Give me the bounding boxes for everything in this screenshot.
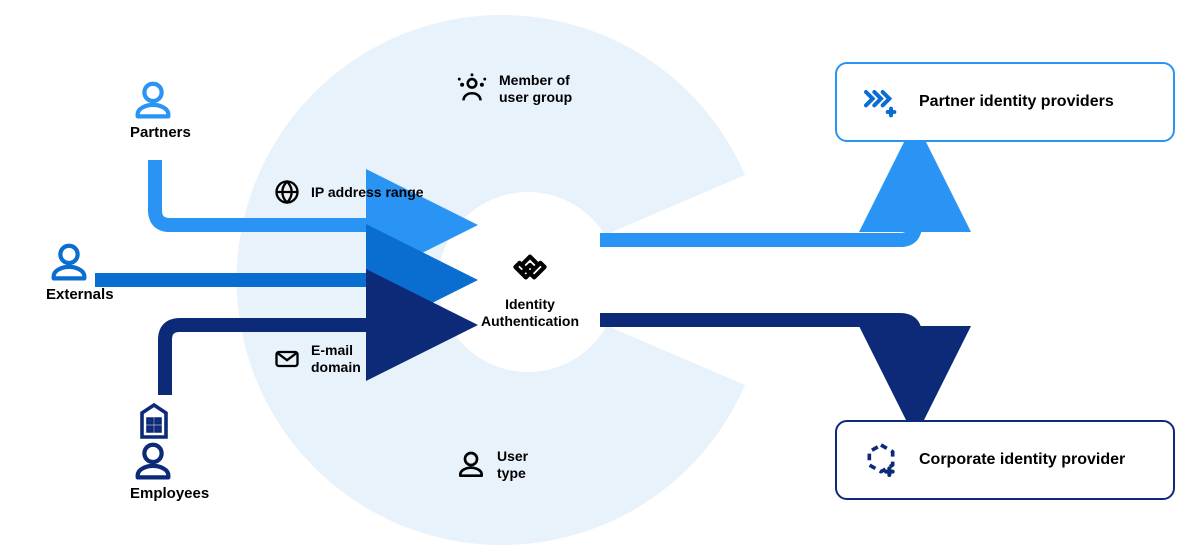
actor-externals: Externals — [46, 240, 114, 303]
box-corporate-provider: Corporate identity provider — [835, 420, 1175, 500]
hex-plus-icon — [861, 440, 901, 480]
rule-ip-range: IP address range — [273, 178, 424, 206]
rule-user-type-label: User type — [497, 448, 528, 482]
actor-employees: Employees — [130, 395, 209, 502]
mail-icon — [273, 345, 301, 373]
building-icon — [130, 395, 178, 443]
user-group-icon — [455, 72, 489, 106]
globe-icon — [273, 178, 301, 206]
externals-label: Externals — [46, 286, 114, 303]
rule-user-type: User type — [455, 448, 528, 482]
handshake-icon — [505, 242, 555, 292]
user-icon — [46, 240, 92, 286]
user-icon — [455, 449, 487, 481]
actor-partners: Partners — [130, 78, 191, 141]
center-node: Identity Authentication — [470, 242, 590, 330]
employees-label: Employees — [130, 485, 209, 502]
rule-member-of-group: Member of user group — [455, 72, 572, 106]
rule-email-domain-label: E-mail domain — [311, 342, 361, 376]
diagram-root: Partners Externals Employees Member of u… — [0, 0, 1200, 554]
arrow-center-to-partner-providers — [600, 148, 915, 240]
box-partner-providers-label: Partner identity providers — [919, 93, 1114, 111]
box-partner-providers: Partner identity providers — [835, 62, 1175, 142]
center-label: Identity Authentication — [470, 296, 590, 330]
rule-member-of-group-label: Member of user group — [499, 72, 572, 106]
box-corporate-provider-label: Corporate identity provider — [919, 451, 1125, 469]
rule-email-domain: E-mail domain — [273, 342, 361, 376]
user-icon — [130, 439, 176, 485]
rule-ip-range-label: IP address range — [311, 184, 424, 201]
chevrons-plus-icon — [861, 82, 901, 122]
partners-label: Partners — [130, 124, 191, 141]
arrow-center-to-corporate-provider — [600, 320, 915, 410]
user-icon — [130, 78, 176, 124]
